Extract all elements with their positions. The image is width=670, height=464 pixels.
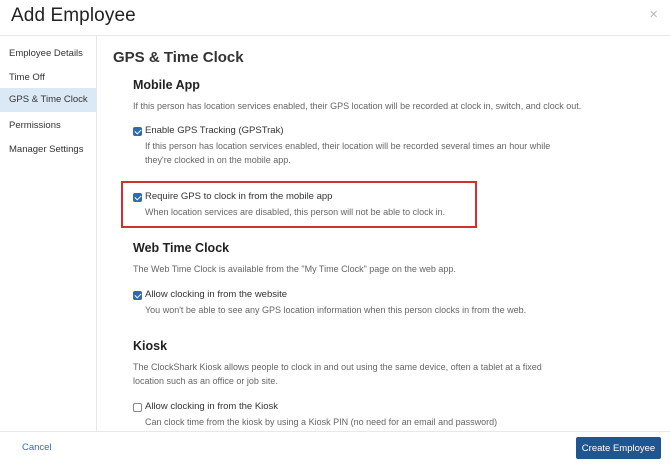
- sidebar-item-manager-settings[interactable]: Manager Settings: [0, 138, 96, 162]
- require-gps-label[interactable]: Require GPS to clock in from the mobile …: [145, 191, 332, 202]
- mobile-app-title: Mobile App: [133, 78, 200, 92]
- sidebar-item-employee-details[interactable]: Employee Details: [0, 42, 96, 66]
- kiosk-description: The ClockShark Kiosk allows people to cl…: [133, 362, 542, 386]
- sidebar-item-gps-time-clock[interactable]: GPS & Time Clock: [0, 88, 96, 112]
- gps-tracking-description: If this person has location services ena…: [145, 141, 551, 165]
- kiosk-clocking-description: Can clock time from the kiosk by using a…: [145, 417, 498, 427]
- kiosk-clocking-checkbox[interactable]: [133, 403, 142, 412]
- main-content: GPS & Time Clock Mobile App If this pers…: [97, 36, 670, 431]
- website-clocking-description: You won't be able to see any GPS locatio…: [145, 305, 527, 315]
- cancel-link[interactable]: Cancel: [22, 442, 52, 453]
- close-icon[interactable]: ×: [649, 6, 658, 23]
- modal-footer: Cancel Create Employee: [0, 431, 670, 464]
- require-gps-checkbox[interactable]: [133, 193, 142, 202]
- sidebar-item-time-off[interactable]: Time Off: [0, 66, 96, 90]
- gps-tracking-label[interactable]: Enable GPS Tracking (GPSTrak): [145, 125, 284, 136]
- web-time-clock-description: The Web Time Clock is available from the…: [133, 264, 456, 274]
- mobile-app-description: If this person has location services ena…: [133, 101, 582, 111]
- web-time-clock-title: Web Time Clock: [133, 241, 230, 255]
- kiosk-clocking-label[interactable]: Allow clocking in from the Kiosk: [145, 401, 278, 412]
- gps-tracking-checkbox[interactable]: [133, 127, 142, 136]
- sidebar-nav: Employee Details Time Off GPS & Time Clo…: [0, 36, 97, 431]
- kiosk-title: Kiosk: [133, 339, 168, 353]
- sidebar-item-permissions[interactable]: Permissions: [0, 114, 96, 138]
- section-title: GPS & Time Clock: [113, 49, 244, 66]
- modal-title: Add Employee: [11, 5, 136, 26]
- website-clocking-label[interactable]: Allow clocking in from the website: [145, 289, 287, 300]
- website-clocking-checkbox[interactable]: [133, 291, 142, 300]
- create-employee-button[interactable]: Create Employee: [576, 437, 661, 459]
- modal-header: Add Employee ×: [0, 0, 670, 36]
- require-gps-description: When location services are disabled, thi…: [145, 207, 446, 217]
